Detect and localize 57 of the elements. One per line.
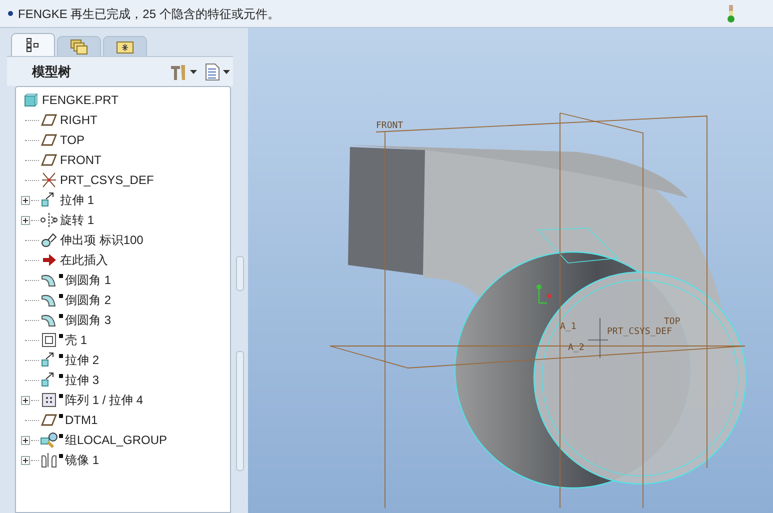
expand-icon[interactable] bbox=[21, 396, 30, 404]
mirror-icon bbox=[41, 452, 57, 468]
tree-item[interactable]: 壳 1 bbox=[65, 331, 88, 349]
protrusion-icon bbox=[41, 232, 57, 248]
tree-item[interactable]: DTM1 bbox=[65, 411, 98, 429]
status-message: FENGKE 再生已完成，25 个隐含的特征或元件。 bbox=[18, 6, 280, 22]
round-icon bbox=[41, 313, 57, 327]
tree-item[interactable]: PRT_CSYS_DEF bbox=[60, 171, 154, 189]
tree-item[interactable]: 拉伸 2 bbox=[65, 351, 100, 369]
tree-item[interactable]: 拉伸 1 bbox=[60, 191, 94, 209]
tree-item[interactable]: 倒圆角 3 bbox=[65, 311, 112, 329]
settings-dropdown[interactable] bbox=[169, 62, 197, 80]
folders-icon bbox=[70, 38, 88, 54]
splitter-handle[interactable] bbox=[236, 256, 244, 291]
datum-label: TOP bbox=[664, 317, 680, 327]
revolve-icon bbox=[40, 213, 58, 227]
coordinate-system-icon bbox=[40, 172, 58, 188]
expand-icon[interactable] bbox=[21, 456, 30, 464]
tree-item[interactable]: FENGKE.PRT bbox=[42, 91, 118, 109]
group-icon bbox=[40, 432, 58, 448]
caret-icon bbox=[223, 70, 230, 74]
shell-icon bbox=[42, 333, 56, 347]
tree-item[interactable]: 倒圆角 2 bbox=[65, 291, 112, 309]
panel-title: 模型树 bbox=[32, 62, 71, 81]
traffic-light-icon[interactable] bbox=[727, 4, 735, 22]
tree-item[interactable]: 倒圆角 1 bbox=[65, 271, 112, 289]
tree-item[interactable]: 在此插入 bbox=[60, 251, 108, 269]
part-icon bbox=[24, 93, 38, 107]
tree-item[interactable]: 镜像 1 bbox=[65, 451, 100, 469]
datum-plane-icon bbox=[41, 154, 57, 166]
show-dropdown[interactable] bbox=[205, 62, 230, 80]
expand-icon[interactable] bbox=[21, 436, 30, 444]
tree-item[interactable]: 阵列 1 / 拉伸 4 bbox=[65, 391, 144, 409]
panel-tab[interactable] bbox=[11, 33, 55, 56]
round-icon bbox=[41, 273, 57, 287]
datum-plane-icon bbox=[41, 414, 57, 426]
tree-icon bbox=[26, 38, 40, 52]
tree-item[interactable]: RIGHT bbox=[60, 111, 98, 129]
pattern-icon bbox=[42, 393, 56, 407]
datum-plane-icon bbox=[41, 114, 57, 126]
tree-item[interactable]: 旋转 1 bbox=[60, 211, 94, 229]
expand-icon[interactable] bbox=[21, 196, 30, 204]
tree-item[interactable]: 伸出项 标识100 bbox=[60, 231, 144, 249]
bullet-icon bbox=[8, 11, 13, 16]
round-icon bbox=[41, 293, 57, 307]
datum-plane-icon bbox=[41, 134, 57, 146]
list-icon bbox=[205, 62, 220, 80]
caret-icon bbox=[190, 70, 197, 74]
datum-label: FRONT bbox=[376, 121, 404, 131]
tree-item[interactable]: 拉伸 3 bbox=[65, 371, 100, 389]
insert-arrow-icon bbox=[42, 254, 56, 266]
tree-item[interactable]: FRONT bbox=[60, 151, 102, 169]
tree-item[interactable]: 组LOCAL_GROUP bbox=[65, 431, 168, 449]
splitter-handle[interactable] bbox=[236, 351, 244, 471]
tools-icon bbox=[169, 62, 187, 80]
tree-item[interactable]: TOP bbox=[60, 131, 84, 149]
expand-icon[interactable] bbox=[21, 216, 30, 224]
